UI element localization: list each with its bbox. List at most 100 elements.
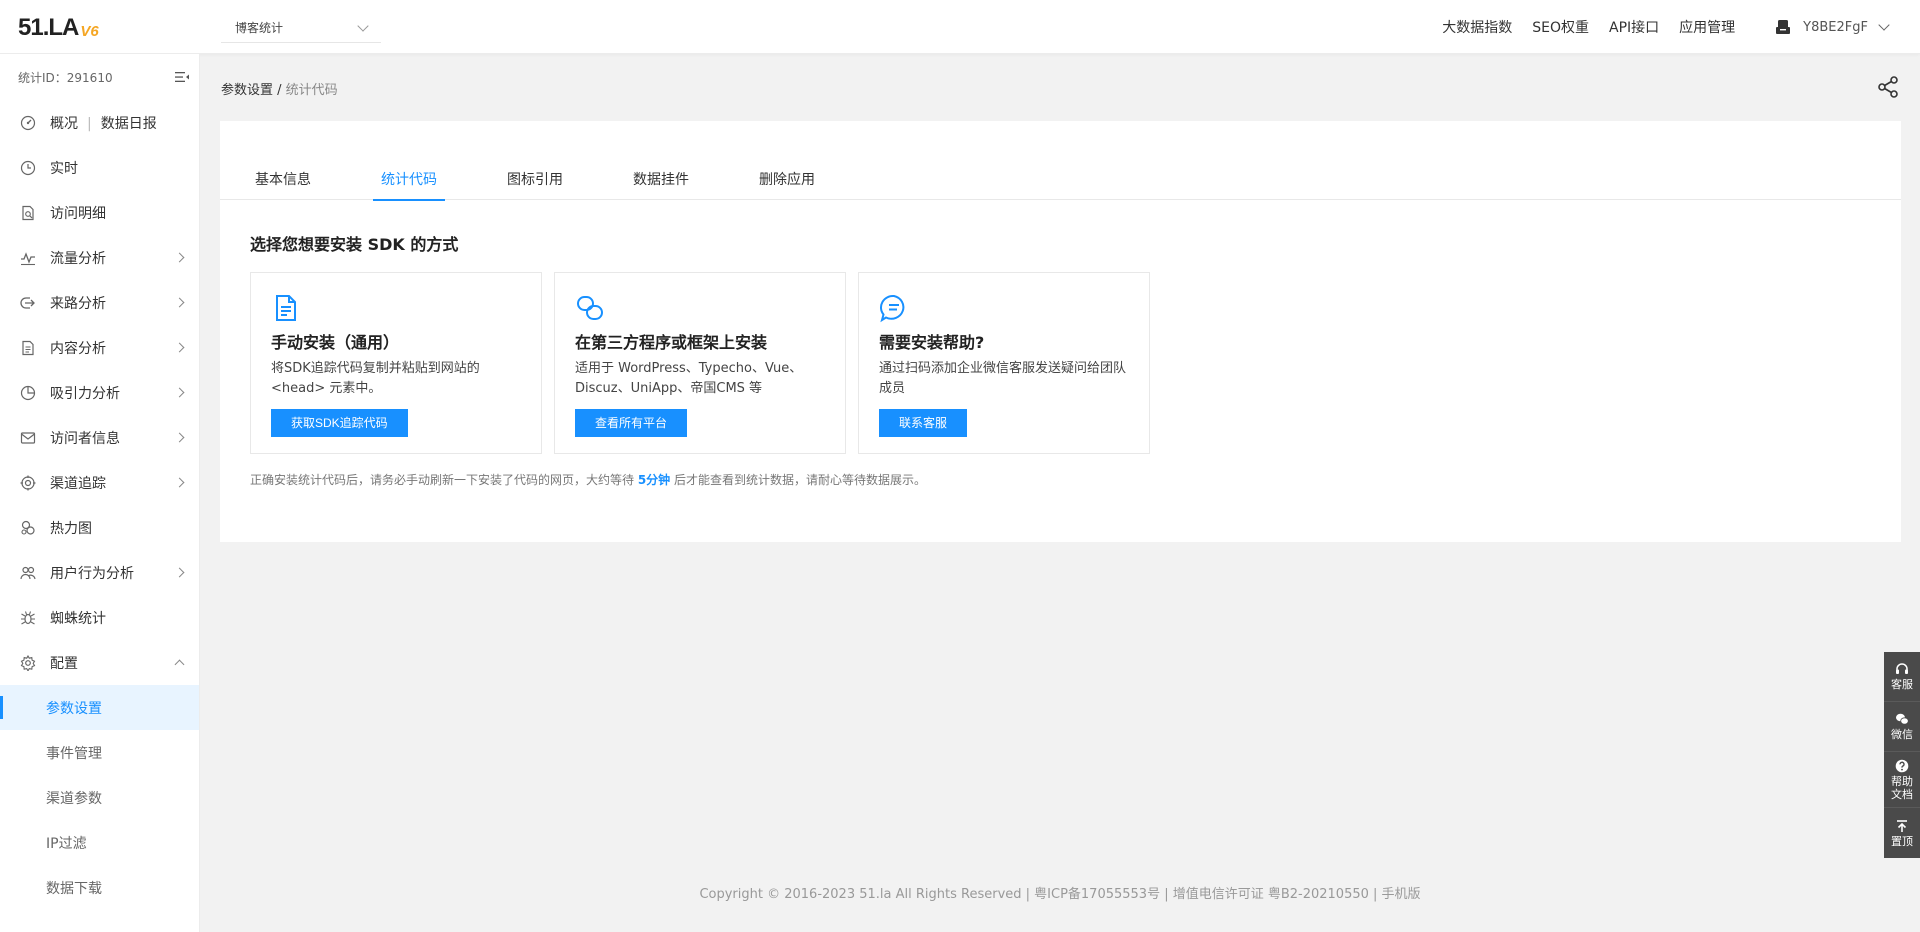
float-customer-service[interactable]: 客服 — [1884, 652, 1920, 702]
chevron-up-icon — [174, 659, 185, 670]
card-description: 通过扫码添加企业微信客服发送疑问给团队成员 — [879, 361, 1127, 396]
sidebar-item-label: 热力图 — [50, 520, 92, 537]
site-select-value: 博客统计 — [235, 21, 284, 35]
chevron-down-icon — [357, 19, 369, 32]
sidebar-subitem-events[interactable]: 事件管理 — [0, 730, 199, 775]
sidebar-item-label: 用户行为分析 — [50, 565, 134, 582]
sidebar-subitem-params[interactable]: 参数设置 — [0, 685, 199, 730]
chevron-right-icon — [174, 387, 185, 398]
tab-tracking-code[interactable]: 统计代码 — [373, 169, 445, 201]
sidebar-item-spider[interactable]: 蜘蛛统计 — [0, 595, 199, 640]
sidebar-subitem-ip-filter[interactable]: IP过滤 — [0, 820, 199, 865]
pie-icon — [20, 385, 36, 400]
sidebar-item-attraction[interactable]: 吸引力分析 — [0, 370, 199, 415]
card-description: 将SDK追踪代码复制并粘贴到网站的 <head> 元素中。 — [271, 361, 480, 396]
target-icon — [20, 475, 36, 490]
get-sdk-code-button[interactable]: 获取SDK追踪代码 — [271, 409, 408, 437]
breadcrumb-parent[interactable]: 参数设置 — [221, 83, 273, 98]
nav-app-management[interactable]: 应用管理 — [1679, 17, 1735, 37]
breadcrumb-separator: / — [273, 83, 286, 98]
sidebar-item-source[interactable]: 来路分析 — [0, 280, 199, 325]
nav-seo-weight[interactable]: SEO权重 — [1532, 17, 1589, 37]
sidebar-item-label: 访问者信息 — [50, 430, 120, 447]
section-title: 选择您想要安装 SDK 的方式 — [250, 235, 459, 254]
pulse-icon — [21, 251, 35, 265]
site-select[interactable]: 博客统计 — [221, 13, 381, 43]
mail-icon — [20, 431, 36, 444]
tab-delete-app[interactable]: 删除应用 — [759, 169, 815, 200]
sidebar-item-content[interactable]: 内容分析 — [0, 325, 199, 370]
float-help-docs[interactable]: 帮助文档 — [1884, 752, 1920, 808]
chevron-right-icon — [174, 567, 185, 578]
source-icon — [20, 296, 35, 309]
arrow-up-icon — [1897, 819, 1907, 832]
install-card-help: 需要安装帮助? 通过扫码添加企业微信客服发送疑问给团队成员 联系客服 — [858, 272, 1150, 454]
card-title: 手动安装（通用） — [271, 333, 400, 352]
logo-text: 51.LA — [18, 14, 79, 41]
tab-data-widget[interactable]: 数据挂件 — [633, 169, 689, 200]
gear-icon — [20, 654, 36, 671]
document-icon — [276, 295, 296, 321]
user-menu[interactable]: Y8BE2FgF — [1775, 19, 1890, 35]
wechat-icon — [1896, 713, 1909, 725]
spider-icon — [21, 610, 35, 624]
sidebar-item-label: 内容分析 — [50, 340, 106, 357]
install-card-third-party: 在第三方程序或框架上安装 适用于 WordPress、Typecho、Vue、D… — [554, 272, 846, 454]
tab-icon-reference[interactable]: 图标引用 — [507, 169, 563, 200]
sidebar-item-visitor-info[interactable]: 访问者信息 — [0, 415, 199, 460]
sidebar-item-realtime[interactable]: 实时 — [0, 145, 199, 190]
sidebar-subitem-data-download[interactable]: 数据下载 — [0, 865, 199, 910]
tab-basic-info[interactable]: 基本信息 — [255, 169, 311, 200]
float-wechat[interactable]: 微信 — [1884, 702, 1920, 752]
sidebar-item-daily-report[interactable]: 数据日报 — [101, 116, 157, 132]
floating-toolbar: 客服 微信 帮助文档 置顶 — [1884, 652, 1920, 858]
float-label: 帮助文档 — [1891, 774, 1913, 801]
share-icon[interactable] — [1876, 75, 1900, 99]
sidebar-item-config[interactable]: 配置 — [0, 640, 199, 685]
note-highlight: 5分钟 — [637, 473, 671, 487]
sidebar-item-label: 来路分析 — [50, 295, 106, 312]
sidebar-subitem-channel-params[interactable]: 渠道参数 — [0, 775, 199, 820]
document-icon — [22, 340, 34, 355]
sidebar-item-label: 配置 — [50, 655, 78, 672]
tab-bar: 基本信息 统计代码 图标引用 数据挂件 删除应用 — [220, 155, 1901, 201]
note-text: 正确安装统计代码后，请务必手动刷新一下安装了代码的网页，大约等待 — [250, 473, 638, 487]
install-note: 正确安装统计代码后，请务必手动刷新一下安装了代码的网页，大约等待 5分钟 后才能… — [250, 471, 926, 488]
float-label: 置顶 — [1891, 834, 1913, 848]
sidebar-item-visit-detail[interactable]: 访问明细 — [0, 190, 199, 235]
separator: | — [87, 115, 92, 132]
top-nav: 大数据指数 SEO权重 API接口 应用管理 Y8BE2FgF — [1442, 0, 1920, 54]
contact-support-button[interactable]: 联系客服 — [879, 409, 968, 437]
view-all-platforms-button[interactable]: 查看所有平台 — [575, 409, 688, 437]
main-panel: 基本信息 统计代码 图标引用 数据挂件 删除应用 选择您想要安装 SDK 的方式… — [220, 121, 1901, 542]
sidebar-item-channel[interactable]: 渠道追踪 — [0, 460, 199, 505]
link-icon — [577, 296, 603, 320]
float-label: 客服 — [1891, 678, 1913, 691]
sidebar-item-overview[interactable]: 概况 | 数据日报 — [0, 100, 199, 145]
float-back-to-top[interactable]: 置顶 — [1884, 808, 1920, 858]
footer: Copyright © 2016-2023 51.la All Rights R… — [699, 887, 1421, 902]
collapse-menu-icon[interactable] — [175, 71, 189, 83]
nav-api[interactable]: API接口 — [1609, 17, 1659, 37]
sidebar-item-user-behavior[interactable]: 用户行为分析 — [0, 550, 199, 595]
sidebar-item-traffic[interactable]: 流量分析 — [0, 235, 199, 280]
detail-icon — [22, 205, 34, 220]
card-title: 需要安装帮助? — [879, 333, 985, 352]
sidebar: 统计ID：291610 概况 | 数据日报 实时 访问明细 流量分析 来路分析 内容… — [0, 54, 200, 932]
chevron-right-icon — [174, 477, 185, 488]
clock-icon — [20, 160, 36, 175]
help-icon — [1895, 759, 1909, 772]
sidebar-item-heatmap[interactable]: 热力图 — [0, 505, 199, 550]
stat-id: 统计ID：291610 — [18, 70, 113, 85]
sidebar-item-label: 实时 — [50, 160, 78, 177]
user-box-icon — [1776, 20, 1791, 34]
logo[interactable]: 51.LA V6 — [18, 14, 99, 40]
breadcrumb: 参数设置 / 统计代码 — [221, 79, 338, 98]
chevron-right-icon — [174, 432, 185, 443]
card-title: 在第三方程序或框架上安装 — [575, 333, 768, 352]
dashboard-icon — [20, 115, 36, 130]
chevron-right-icon — [174, 342, 185, 353]
card-description: 适用于 WordPress、Typecho、Vue、Discuz、UniApp、… — [575, 361, 803, 396]
nav-bigdata-index[interactable]: 大数据指数 — [1442, 17, 1512, 37]
chevron-right-icon — [174, 252, 185, 263]
